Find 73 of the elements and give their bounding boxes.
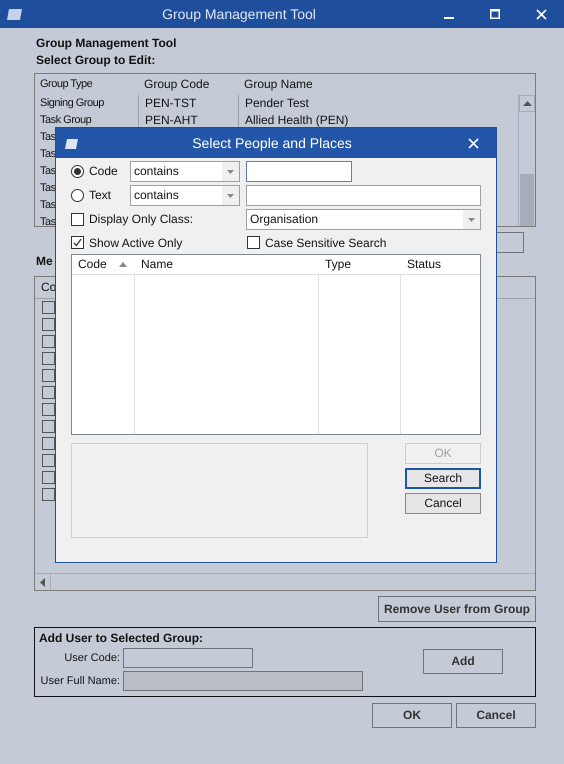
caret-icon[interactable] <box>227 194 234 198</box>
heading: Group Management Tool <box>35 36 176 52</box>
close-icon[interactable] <box>468 138 478 148</box>
checkbox-label[interactable]: Display Only Class: <box>89 212 194 227</box>
checkbox[interactable] <box>42 488 55 501</box>
column-header[interactable]: Status <box>407 257 442 272</box>
checkbox[interactable] <box>42 369 55 382</box>
table-cell: Tas <box>40 164 56 177</box>
input-field[interactable] <box>123 648 253 668</box>
table-cell: Tas <box>40 148 56 160</box>
caret-icon[interactable] <box>227 170 234 174</box>
table-cell: Task Group <box>40 114 92 126</box>
column-header[interactable]: Group Type <box>40 78 92 90</box>
table-cell: Tas <box>40 216 56 228</box>
checkbox[interactable] <box>42 454 55 467</box>
column-header[interactable]: Type <box>325 257 352 272</box>
column-header[interactable]: Group Code <box>144 77 210 92</box>
dialog-button[interactable]: Cancel <box>405 493 481 514</box>
dialog-button[interactable]: Cancel <box>456 703 536 728</box>
input-field[interactable] <box>246 185 481 206</box>
table-cell: Tas <box>40 130 56 143</box>
section-label: Select Group to Edit: <box>35 53 156 69</box>
dropdown[interactable]: contains <box>130 161 240 182</box>
table-cell: Tas <box>40 198 56 211</box>
table-cell: Pender Test <box>245 96 309 111</box>
checkbox[interactable] <box>42 471 55 484</box>
window-icon <box>6 8 22 20</box>
remove-user-button[interactable]: Remove User from Group <box>378 596 536 622</box>
checkbox[interactable] <box>42 420 55 433</box>
checkbox[interactable] <box>247 236 260 250</box>
checkbox[interactable] <box>42 352 55 365</box>
checkbox[interactable] <box>71 236 84 250</box>
checkbox[interactable] <box>42 437 55 450</box>
checkbox[interactable] <box>42 403 55 416</box>
radio-label[interactable]: Text <box>89 188 112 203</box>
table-cell: PEN-AHT <box>145 113 198 128</box>
table-cell: Tas <box>40 182 56 194</box>
column-header[interactable]: Code <box>78 257 107 272</box>
section-label: Me <box>35 254 53 270</box>
field-label: User Full Name: <box>40 674 121 688</box>
checkbox-label[interactable]: Case Sensitive Search <box>265 236 386 250</box>
dialog-title: Select People and Places <box>191 134 353 152</box>
dropdown[interactable]: contains <box>130 185 240 206</box>
table-cell: Allied Health (PEN) <box>245 113 348 128</box>
checkbox[interactable] <box>42 335 55 348</box>
checkbox[interactable] <box>71 212 84 226</box>
dropdown[interactable]: Organisation <box>246 209 481 230</box>
dialog-button[interactable]: Search <box>405 468 481 489</box>
radio-label[interactable]: Code <box>89 164 118 179</box>
scroll-up-icon[interactable] <box>522 101 532 106</box>
field-label: User Code: <box>63 652 121 665</box>
close-icon[interactable] <box>536 8 546 20</box>
group-box-title: Add User to Selected Group: <box>39 631 204 646</box>
window-title: Group Management Tool <box>161 6 317 22</box>
input-field[interactable] <box>246 161 352 182</box>
checkbox[interactable] <box>42 301 55 314</box>
table-cell: PEN-TST <box>145 96 196 111</box>
radio-button[interactable] <box>71 164 84 178</box>
scrollbar-thumb[interactable] <box>520 174 534 226</box>
column-header[interactable]: Group Name <box>244 77 313 92</box>
checkbox[interactable] <box>42 386 55 399</box>
sort-up-icon[interactable] <box>118 262 127 267</box>
maximize-icon[interactable] <box>490 9 500 19</box>
table-cell: Signing Group <box>40 96 104 109</box>
column-header[interactable]: Name <box>141 257 174 272</box>
checkbox-label[interactable]: Show Active Only <box>89 236 182 250</box>
caret-icon[interactable] <box>468 218 475 222</box>
scroll-left-icon[interactable] <box>40 578 45 586</box>
radio-button[interactable] <box>71 188 84 202</box>
dialog-button[interactable]: OK <box>372 703 452 728</box>
checkbox[interactable] <box>42 318 55 331</box>
window-icon <box>64 138 78 148</box>
add-button[interactable]: Add <box>423 649 503 674</box>
